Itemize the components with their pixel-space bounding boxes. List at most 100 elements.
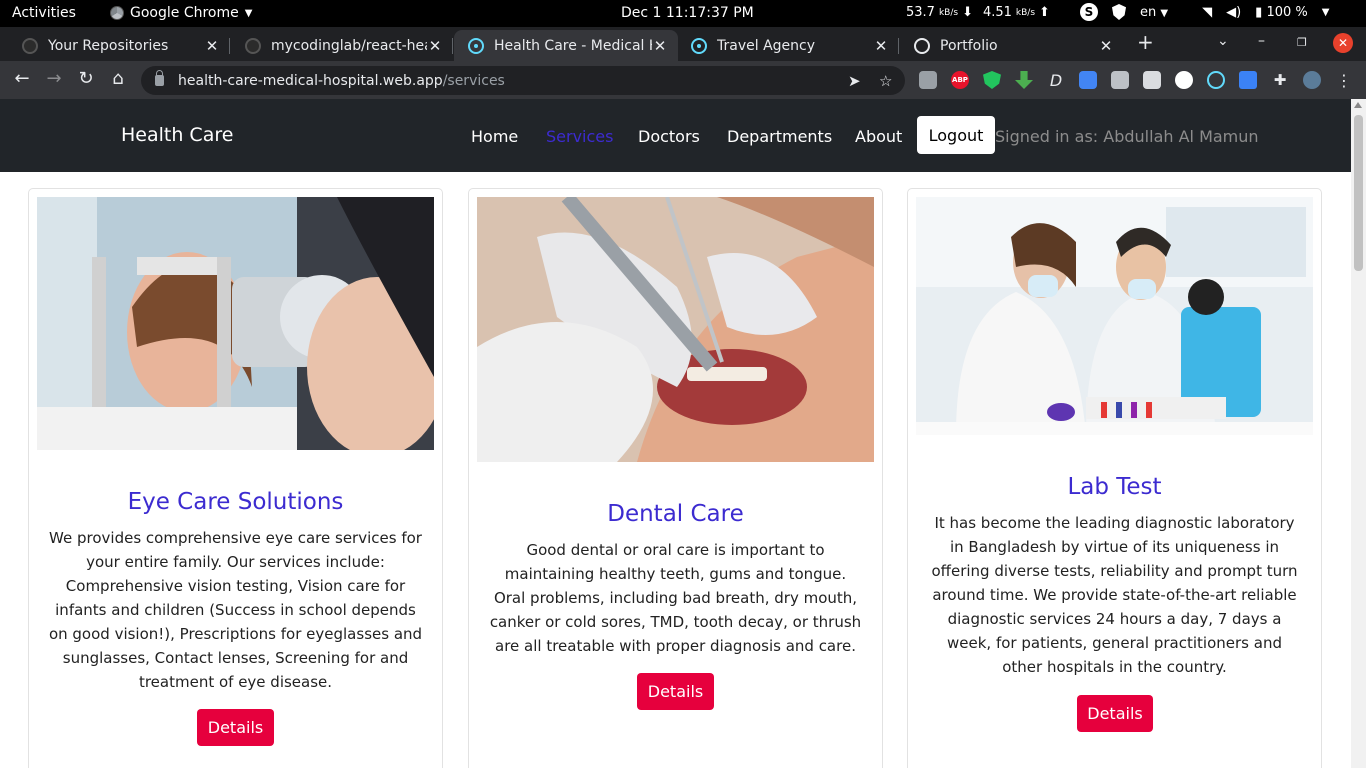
battery-indicator[interactable]: ▮ 100 % [1255,5,1308,20]
service-title: Eye Care Solutions [127,489,344,515]
service-card-dental-care: Dental Care Good dental or oral care is … [468,188,883,768]
maximize-button[interactable]: ❐ [1297,36,1307,49]
skype-icon[interactable]: S [1080,3,1098,21]
nav-home[interactable]: Home [471,127,518,146]
tab-travel-agency[interactable]: Travel Agency ✕ [677,30,899,61]
service-description: It has become the leading diagnostic lab… [931,514,1298,676]
volume-icon[interactable]: ◀) [1226,5,1241,20]
lock-icon[interactable] [155,70,164,86]
nav-services[interactable]: Services [546,127,613,146]
tab-label: Health Care - Medical H [494,37,652,54]
service-description: We provides comprehensive eye care servi… [48,529,423,691]
wifi-icon[interactable]: ◥ [1202,5,1212,20]
service-description: Good dental or oral care is important to… [489,541,862,655]
tab-label: mycodinglab/react-hea [271,37,427,54]
system-tray: S en ▼ ◥ ◀) ▮ 100 % ▼ [1080,3,1329,21]
profile-avatar[interactable] [1303,71,1321,89]
battery-label: 100 % [1266,4,1308,20]
eye-exam-photo [37,197,434,450]
tab-label: Your Repositories [48,37,169,54]
globe-icon [914,37,930,54]
tab-react-repo[interactable]: mycodinglab/react-hea ✕ [231,30,453,61]
window-close-button[interactable]: ✕ [1333,33,1353,53]
face-icon[interactable] [1175,71,1193,89]
url-host: health-care-medical-hospital.web.app [178,72,443,89]
language-indicator[interactable]: en ▼ [1140,5,1168,20]
scroll-up-arrow-icon[interactable] [1354,102,1362,108]
upload-speed: 4.51 [982,5,1012,20]
app-menu-label: Google Chrome [130,5,239,21]
upload-arrow-icon: ⬆ [1039,5,1050,20]
close-icon[interactable]: ✕ [652,37,668,55]
brand-logo[interactable]: Health Care [121,124,233,146]
shield-icon[interactable] [1112,4,1126,20]
lab-test-photo [916,197,1313,435]
site-navbar: Health Care Home Services Doctors Depart… [0,99,1351,172]
chevron-down-icon: ▼ [1160,7,1169,19]
tab-strip: Your Repositories ✕ mycodinglab/react-he… [0,27,1366,61]
home-button[interactable]: ⌂ [106,68,130,89]
mail-icon[interactable] [919,71,937,89]
url-path: /services [442,72,505,89]
star-icon[interactable]: ☆ [879,72,892,90]
system-top-bar: Activities Google Chrome ▼ Dec 1 11:17:3… [0,0,1366,27]
tab-label: Portfolio [940,37,998,54]
new-tab-button[interactable]: + [1137,30,1154,54]
address-bar[interactable]: health-care-medical-hospital.web.app/ser… [141,66,905,95]
translate-icon[interactable] [1079,71,1097,89]
close-icon[interactable]: ✕ [427,37,443,55]
battery-icon: ▮ [1255,4,1263,20]
dictionary-icon[interactable]: D [1047,71,1065,90]
react-icon [468,37,484,54]
dental-exam-photo [477,197,874,462]
close-icon[interactable]: ✕ [204,37,220,55]
scrollbar-thumb[interactable] [1354,115,1363,271]
screenshot-icon[interactable] [1143,71,1161,89]
reload-button[interactable]: ↻ [74,68,98,89]
download-speed: 53.7 [906,5,935,20]
react-devtools-icon[interactable] [1207,71,1225,89]
github-icon [245,37,261,54]
network-speed: 53.7 kB/s ⬇ 4.51 kB/s ⬆ [906,5,1050,20]
tab-your-repositories[interactable]: Your Repositories ✕ [8,30,230,61]
puzzle-icon[interactable]: ✚ [1271,71,1289,89]
adblock-icon[interactable]: ABP [951,71,969,89]
activities-button[interactable]: Activities [12,5,76,21]
logout-button[interactable]: Logout [917,116,995,154]
react-icon [691,37,707,54]
nav-departments[interactable]: Departments [727,127,832,146]
details-button[interactable]: Details [197,709,274,746]
service-card-eye-care: Eye Care Solutions We provides comprehen… [28,188,443,768]
github-icon [22,37,38,54]
forward-button[interactable]: → [42,68,66,89]
language-label: en [1140,4,1157,20]
minimize-button[interactable]: – [1258,33,1265,49]
tab-portfolio[interactable]: Portfolio ✕ [900,30,1124,61]
details-button[interactable]: Details [637,673,714,710]
signed-in-label: Signed in as: Abdullah Al Mamun [995,127,1259,146]
kebab-menu-icon[interactable]: ⋮ [1335,71,1353,90]
download-speed-unit: kB/s [938,7,959,18]
service-title: Lab Test [1067,474,1162,500]
upload-speed-unit: kB/s [1015,7,1036,18]
send-icon[interactable]: ➤ [848,72,861,90]
tab-search-button[interactable]: ⌄ [1217,33,1229,49]
clock[interactable]: Dec 1 11:17:37 PM [621,5,754,21]
nav-about[interactable]: About [855,127,902,146]
page-scrollbar[interactable] [1351,99,1366,768]
service-title: Dental Care [607,501,744,527]
chrome-icon [110,6,124,20]
app-menu[interactable]: Google Chrome ▼ [110,5,252,21]
close-icon[interactable]: ✕ [1098,37,1114,55]
wappalyzer-icon[interactable] [1239,71,1257,89]
tab-health-care[interactable]: Health Care - Medical H ✕ [454,30,678,61]
download-arrow-icon: ⬇ [962,5,973,20]
close-icon[interactable]: ✕ [873,37,889,55]
extension-icon[interactable] [1111,71,1129,89]
nav-doctors[interactable]: Doctors [638,127,700,146]
tab-label: Travel Agency [717,37,815,54]
details-button[interactable]: Details [1077,695,1153,732]
back-button[interactable]: ← [10,68,34,89]
page-viewport: Health Care Home Services Doctors Depart… [0,99,1351,768]
chevron-down-icon[interactable]: ▼ [1322,7,1330,18]
